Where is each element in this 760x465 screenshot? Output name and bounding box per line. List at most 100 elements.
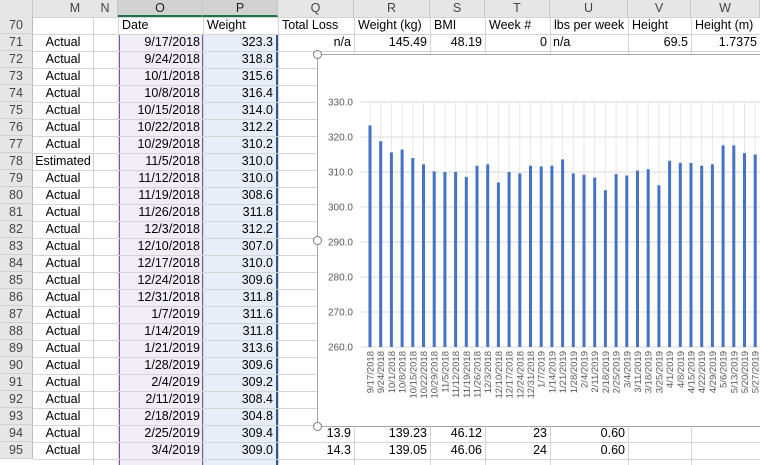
col-header-v[interactable]: V: [628, 0, 691, 17]
row-header[interactable]: 94: [0, 425, 33, 442]
weight-bar[interactable]: [464, 176, 468, 347]
row71-lbs-per-week[interactable]: n/a: [553, 34, 627, 51]
row-header[interactable]: 78: [0, 153, 33, 170]
date-cell[interactable]: 1/21/2019: [118, 340, 200, 357]
weight-bar[interactable]: [743, 153, 746, 347]
weight-cell[interactable]: 310.0: [203, 255, 273, 272]
col-header-o[interactable]: O: [118, 0, 203, 17]
row-header-70[interactable]: 70: [0, 17, 33, 34]
status-cell[interactable]: Actual: [33, 391, 93, 408]
weight-bar[interactable]: [603, 190, 607, 347]
row71-total-loss[interactable]: n/a: [280, 34, 351, 51]
weight-cell[interactable]: 312.2: [203, 221, 273, 238]
status-cell[interactable]: Actual: [33, 340, 93, 357]
weight-cell[interactable]: 308.4: [203, 391, 273, 408]
row-header[interactable]: 79: [0, 170, 33, 187]
row71-bmi[interactable]: 48.19: [432, 34, 482, 51]
weight-bar[interactable]: [529, 165, 532, 347]
row-header[interactable]: 77: [0, 136, 33, 153]
weight-cell[interactable]: 304.8: [203, 408, 273, 425]
row71-weight-kg[interactable]: 145.49: [356, 34, 427, 51]
row-header[interactable]: 92: [0, 391, 33, 408]
row-header[interactable]: 75: [0, 102, 33, 119]
weight-bar[interactable]: [432, 171, 436, 347]
date-cell[interactable]: 11/5/2018: [118, 153, 200, 170]
col-header-t[interactable]: T: [485, 0, 550, 17]
row-header[interactable]: 95: [0, 442, 33, 459]
row-header[interactable]: 83: [0, 238, 33, 255]
weight-bar[interactable]: [550, 165, 554, 347]
date-cell[interactable]: 12/10/2018: [118, 238, 200, 255]
weight-cell[interactable]: 311.8: [203, 289, 273, 306]
row-header[interactable]: 90: [0, 357, 33, 374]
weight-bar[interactable]: [539, 166, 543, 347]
date-cell[interactable]: 10/1/2018: [118, 68, 200, 85]
row-header[interactable]: 93: [0, 408, 33, 425]
weight-bar[interactable]: [593, 177, 597, 347]
status-cell[interactable]: Actual: [33, 204, 93, 221]
row-header[interactable]: 88: [0, 323, 33, 340]
header-total-loss[interactable]: Total Loss: [280, 17, 354, 34]
weight-cell[interactable]: 309.2: [203, 374, 273, 391]
weight-cell[interactable]: 311.6: [203, 306, 273, 323]
date-cell[interactable]: 11/12/2018: [118, 170, 200, 187]
weight-bar[interactable]: [614, 174, 618, 347]
week-number-cell[interactable]: 24: [487, 442, 547, 459]
weight-chart[interactable]: 260.0 270.0 280.0 290.0 300.0 310.0 320.0 330.0…: [317, 54, 760, 427]
status-cell[interactable]: Actual: [33, 289, 93, 306]
row-header[interactable]: 89: [0, 340, 33, 357]
weight-cell[interactable]: 310.0: [203, 170, 273, 187]
col-header-r[interactable]: R: [354, 0, 430, 17]
weight-bar[interactable]: [689, 162, 693, 347]
weight-bar[interactable]: [454, 172, 458, 347]
date-cell[interactable]: 10/15/2018: [118, 102, 200, 119]
date-cell[interactable]: 12/31/2018: [118, 289, 200, 306]
bmi-cell[interactable]: 46.06: [432, 442, 482, 459]
row-header[interactable]: 71: [0, 34, 33, 51]
weight-bar[interactable]: [710, 164, 714, 347]
weight-bar[interactable]: [443, 172, 447, 347]
weight-cell[interactable]: 323.3: [203, 34, 273, 51]
status-cell[interactable]: Actual: [33, 221, 93, 238]
weight-bar[interactable]: [636, 170, 639, 347]
status-cell[interactable]: Actual: [33, 442, 93, 459]
header-week-number[interactable]: Week #: [487, 17, 550, 34]
date-cell[interactable]: 11/19/2018: [118, 187, 200, 204]
weight-cell[interactable]: 315.6: [203, 68, 273, 85]
row-header[interactable]: 81: [0, 204, 33, 221]
weight-bar[interactable]: [507, 172, 511, 347]
status-cell[interactable]: Actual: [33, 306, 93, 323]
status-cell[interactable]: Actual: [33, 272, 93, 289]
chart-resize-handle-top-left[interactable]: [313, 50, 322, 59]
weight-bar[interactable]: [571, 173, 575, 347]
weight-cell[interactable]: 309.0: [203, 442, 273, 459]
row-header[interactable]: 73: [0, 68, 33, 85]
date-cell[interactable]: 12/3/2018: [118, 221, 200, 238]
weight-cell[interactable]: 311.8: [203, 204, 273, 221]
status-cell[interactable]: Actual: [33, 119, 93, 136]
col-header-s[interactable]: S: [430, 0, 485, 17]
weight-bar[interactable]: [582, 174, 586, 347]
status-cell[interactable]: Actual: [33, 85, 93, 102]
row71-week-number[interactable]: 0: [487, 34, 547, 51]
row-header[interactable]: 91: [0, 374, 33, 391]
weight-cell[interactable]: 313.6: [203, 340, 273, 357]
col-header-q[interactable]: Q: [278, 0, 354, 17]
header-height[interactable]: Height: [630, 17, 691, 34]
date-cell[interactable]: 3/4/2019: [118, 442, 200, 459]
date-cell[interactable]: 2/25/2019: [118, 425, 200, 442]
status-cell[interactable]: Actual: [33, 255, 93, 272]
weight-bar[interactable]: [518, 173, 522, 347]
chart-resize-handle-middle-left[interactable]: [313, 236, 322, 245]
date-cell[interactable]: 1/28/2019: [118, 357, 200, 374]
row71-height[interactable]: 69.5: [630, 34, 688, 51]
weight-cell[interactable]: 310.0: [203, 153, 273, 170]
weight-cell[interactable]: 309.6: [203, 272, 273, 289]
select-all-corner[interactable]: [0, 0, 33, 17]
weight-bar[interactable]: [732, 145, 736, 347]
date-cell[interactable]: 2/11/2019: [118, 391, 200, 408]
weight-cell[interactable]: 307.0: [203, 238, 273, 255]
row71-height-m[interactable]: 1.7375: [693, 34, 757, 51]
weight-cell[interactable]: 310.2: [203, 136, 273, 153]
date-cell[interactable]: 12/17/2018: [118, 255, 200, 272]
